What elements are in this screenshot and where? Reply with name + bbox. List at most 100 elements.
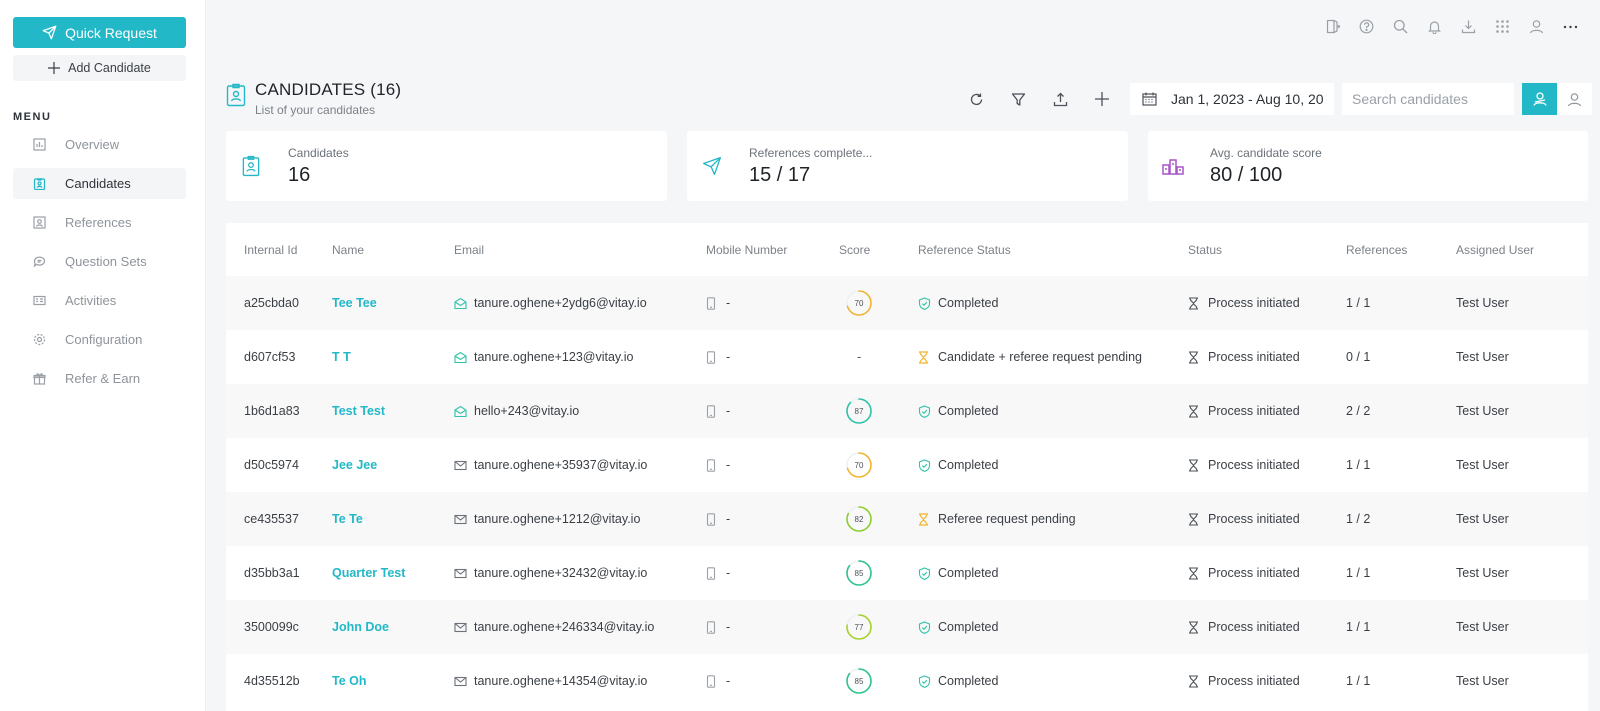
sidebar-item-references[interactable]: References [13,207,186,238]
search-input[interactable] [1342,83,1514,115]
sidebar-item-label: Candidates [65,176,131,191]
table-row[interactable]: a25cbda0 Tee Tee tanure.oghene+2ydg6@vitay… [226,276,1588,330]
sidebar-item-overview[interactable]: Overview [13,129,186,160]
reference-status-cell: Completed [938,296,999,310]
add-button[interactable] [1086,83,1118,115]
phone-icon [706,620,719,634]
candidate-name-link[interactable]: John Doe [332,620,389,634]
phone-icon [706,404,719,418]
column-header-reference-status[interactable]: Reference Status [918,243,1188,257]
phone-icon [706,512,719,526]
sidebar-nav: Overview Candidates References Question … [13,129,186,402]
internal-id-cell: d607cf53 [244,350,296,364]
upload-button[interactable] [1044,83,1076,115]
mobile-cell: - [726,566,731,580]
hourglass-icon [1188,512,1201,526]
mail-open-icon [454,297,467,310]
sidebar-item-question-sets[interactable]: Question Sets [13,246,186,277]
candidate-name-link[interactable]: Tee Tee [332,296,377,310]
menu-heading: MENU [13,111,52,123]
reference-status-cell: Completed [938,404,999,418]
references-cell: 1 / 1 [1346,296,1371,310]
score-value: 82 [854,514,864,524]
plus-icon [48,62,61,74]
user-icon[interactable] [1528,16,1544,36]
column-header-email[interactable]: Email [454,243,706,257]
gear-icon [33,333,46,346]
candidates-table: Internal Id Name Email Mobile Number Sco… [226,223,1588,711]
sidebar-item-activities[interactable]: Activities [13,285,186,316]
table-row[interactable]: 3500099c John Doe tanure.oghene+246334@vit… [226,600,1588,654]
help-icon[interactable] [1358,16,1374,36]
sidebar: Quick Request Add Candidate MENU Overvie… [0,0,206,711]
table-row[interactable]: ce435537 Te Te tanure.oghene+1212@vitay.io… [226,492,1588,546]
candidate-name-link[interactable]: Test Test [332,404,385,418]
mobile-cell: - [726,620,731,634]
status-cell: Process initiated [1208,350,1300,364]
sidebar-item-refer-earn[interactable]: Refer & Earn [13,363,186,394]
gift-icon [33,372,46,385]
phone-icon [706,674,719,688]
sidebar-item-label: Configuration [65,332,143,347]
status-cell: Process initiated [1208,458,1300,472]
assigned-user-cell: Test User [1456,296,1509,310]
stat-card-references-complete: References complete... 15 / 17 [687,131,1128,201]
filter-button[interactable] [1002,83,1034,115]
score-ring: 77 [845,613,873,641]
apps-grid-icon[interactable] [1494,16,1510,36]
column-header-mobile[interactable]: Mobile Number [706,243,839,257]
assigned-user-cell: Test User [1456,404,1509,418]
table-row[interactable]: d50c5974 Jee Jee tanure.oghene+35937@vitay… [226,438,1588,492]
table-row[interactable]: 1b6d1a83 Test Test hello+243@vitay.io - 87 Co… [226,384,1588,438]
refresh-button[interactable] [960,83,992,115]
date-range-picker[interactable]: Jan 1, 2023 - Aug 10, 20 [1130,83,1334,115]
score-ring: 85 [845,559,873,587]
status-cell: Process initiated [1208,296,1300,310]
mail-open-icon [454,351,467,364]
add-candidate-button[interactable]: Add Candidate [13,55,186,81]
column-header-internal-id[interactable]: Internal Id [226,243,332,257]
quick-request-button[interactable]: Quick Request [13,17,186,48]
table-row[interactable]: d607cf53 T T tanure.oghene+123@vitay.io - - C… [226,330,1588,384]
shield-check-icon [918,620,931,634]
shield-check-icon [918,458,931,472]
candidate-name-link[interactable]: Te Te [332,512,363,526]
logout-icon[interactable] [1324,16,1340,36]
page-header: CANDIDATES (16) List of your candidates [226,80,401,117]
quick-request-label: Quick Request [65,24,157,41]
user-view-button[interactable] [1557,83,1592,115]
email-cell: tanure.oghene+32432@vitay.io [474,566,648,580]
more-icon[interactable] [1562,16,1578,36]
download-icon[interactable] [1460,16,1476,36]
email-cell: tanure.oghene+123@vitay.io [474,350,634,364]
bell-icon[interactable] [1426,16,1442,36]
reference-status-cell: Completed [938,458,999,472]
column-header-status[interactable]: Status [1188,243,1346,257]
candidate-name-link[interactable]: Jee Jee [332,458,377,472]
table-row[interactable]: 4d35512b Te Oh tanure.oghene+14354@vitay.i… [226,654,1588,708]
column-header-references[interactable]: References [1346,243,1456,257]
table-row[interactable]: d35bb3a1 Quarter Test tanure.oghene+32432@… [226,546,1588,600]
phone-icon [706,350,719,364]
shield-check-icon [918,566,931,580]
search-icon[interactable] [1392,16,1408,36]
candidate-name-link[interactable]: Te Oh [332,674,367,688]
candidate-view-button[interactable] [1522,83,1557,115]
candidate-name-link[interactable]: Quarter Test [332,566,405,580]
sidebar-item-candidates[interactable]: Candidates [13,168,186,199]
column-header-score[interactable]: Score [839,243,918,257]
candidate-name-link[interactable]: T T [332,350,351,364]
score-ring: 85 [845,667,873,695]
score-empty: - [857,350,862,364]
stat-label: Candidates [288,145,349,160]
sidebar-item-configuration[interactable]: Configuration [13,324,186,355]
status-cell: Process initiated [1208,404,1300,418]
stat-value: 16 [288,163,311,186]
reference-status-cell: Completed [938,620,999,634]
column-header-assigned-user[interactable]: Assigned User [1456,243,1576,257]
stat-card-avg-score: Avg. candidate score 80 / 100 [1148,131,1588,201]
column-header-name[interactable]: Name [332,243,454,257]
table-header: Internal Id Name Email Mobile Number Sco… [226,223,1588,276]
references-cell: 1 / 1 [1346,566,1371,580]
top-toolbar [1324,16,1578,36]
